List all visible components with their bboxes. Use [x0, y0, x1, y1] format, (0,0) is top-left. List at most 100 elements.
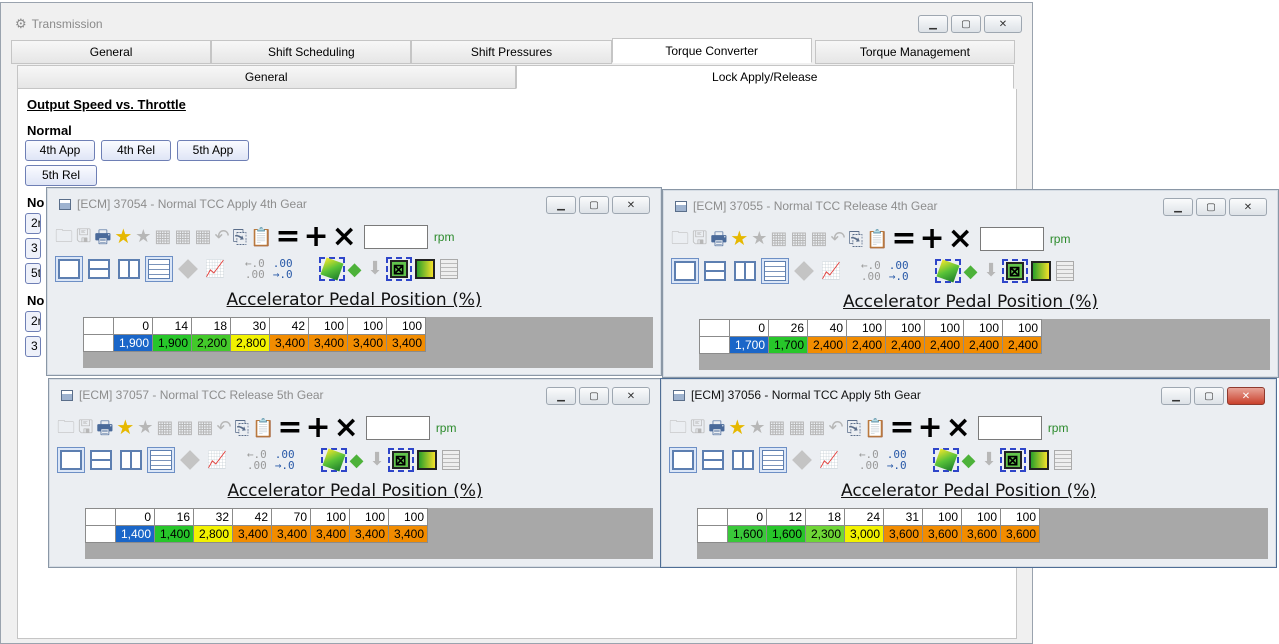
gradient-icon[interactable] [1030, 261, 1051, 281]
cell-select-button[interactable]: ⊠ [385, 257, 412, 281]
axis-cell[interactable]: 16 [154, 508, 194, 526]
table-icon[interactable]: ▦ [194, 226, 211, 248]
axis-cell[interactable]: 24 [844, 508, 884, 526]
favorite-add-icon[interactable]: ★ [728, 417, 746, 439]
tab-shift-scheduling[interactable]: Shift Scheduling [211, 40, 412, 64]
axis-cell[interactable]: 18 [191, 317, 231, 335]
4th-rel-button[interactable]: 4th Rel [101, 140, 171, 161]
favorite-icon[interactable]: ★ [751, 228, 767, 250]
value-cell[interactable]: 1,900 [152, 334, 192, 352]
tab-shift-pressures[interactable]: Shift Pressures [411, 40, 612, 64]
axis-cell[interactable]: 100 [961, 508, 1001, 526]
axis-cell[interactable]: 42 [232, 508, 272, 526]
value-cell[interactable]: 3,400 [308, 334, 348, 352]
save-icon[interactable]: 🖫 [76, 226, 91, 248]
value-cell[interactable]: 3,600 [883, 525, 923, 543]
arrow-down-icon[interactable]: ⬇ [984, 260, 999, 282]
value-cell[interactable]: 3,400 [310, 525, 350, 543]
cell-select-button[interactable]: ⊠ [387, 448, 414, 472]
value-cell[interactable]: 2,400 [963, 336, 1003, 354]
increase-decimals-icon[interactable]: .00 →.0 [275, 449, 295, 471]
value-cell[interactable]: 1,600 [727, 525, 767, 543]
vertical-split-button[interactable] [731, 258, 759, 284]
favorite-icon[interactable]: ★ [749, 417, 765, 439]
value-cell[interactable]: 1,700 [768, 336, 808, 354]
plus-icon[interactable]: + [920, 224, 945, 254]
print-icon[interactable]: 🖶 [94, 226, 111, 248]
axis-cell[interactable]: 100 [963, 319, 1003, 337]
value-input[interactable] [979, 227, 1044, 251]
axis-cell[interactable]: 0 [729, 319, 769, 337]
axis-cell[interactable]: 32 [193, 508, 233, 526]
table-view-button[interactable] [761, 258, 789, 284]
axis-cell[interactable]: 100 [349, 508, 389, 526]
multiply-icon[interactable]: × [334, 413, 359, 443]
cell-select-button[interactable]: ⊠ [1001, 259, 1028, 283]
value-cell[interactable]: 2,800 [193, 525, 233, 543]
folder-icon[interactable]: 🗀 [55, 226, 73, 248]
vertical-split-button[interactable] [729, 447, 757, 473]
table-icon[interactable]: ▦ [788, 417, 805, 439]
value-cell[interactable]: 3,400 [269, 334, 309, 352]
increase-decimals-icon[interactable]: .00 →.0 [887, 449, 907, 471]
subtab-general[interactable]: General [17, 65, 516, 89]
folder-icon[interactable]: 🗀 [671, 228, 689, 250]
axis-cell[interactable]: 100 [846, 319, 886, 337]
table-icon[interactable]: ▦ [790, 228, 807, 250]
axis-cell[interactable]: 14 [152, 317, 192, 335]
print-icon[interactable]: 🖶 [96, 417, 113, 439]
undo-icon[interactable]: ↶ [214, 226, 229, 248]
axis-cell[interactable]: 30 [230, 317, 270, 335]
stub-button[interactable]: 2r [25, 311, 41, 332]
chart-icon[interactable]: 📈 [207, 449, 227, 471]
arrow-down-icon[interactable]: ⬇ [982, 449, 997, 471]
value-cell[interactable]: 2,800 [230, 334, 270, 352]
value-cell[interactable]: 2,300 [805, 525, 845, 543]
table-view-button[interactable] [145, 256, 173, 282]
table-icon[interactable]: ▦ [174, 226, 191, 248]
single-view-button[interactable] [57, 447, 85, 473]
copy-icon[interactable]: ⎘ [847, 417, 861, 439]
color-fill-button[interactable] [932, 448, 959, 472]
stub-button[interactable]: 3 [25, 336, 41, 357]
axis-cell[interactable]: 100 [388, 508, 428, 526]
save-icon[interactable]: 🖫 [78, 417, 93, 439]
multiply-icon[interactable]: × [948, 224, 973, 254]
copy-icon[interactable]: ⎘ [235, 417, 249, 439]
gradient-icon[interactable] [1028, 450, 1049, 470]
undo-icon[interactable]: ↶ [216, 417, 231, 439]
multiply-icon[interactable]: × [332, 222, 357, 252]
color-tag-icon[interactable]: ◆ [350, 449, 364, 471]
table-icon[interactable]: ▦ [810, 228, 827, 250]
subtab-lock-apply-release[interactable]: Lock Apply/Release [515, 65, 1014, 89]
axis-cell[interactable]: 40 [807, 319, 847, 337]
print-icon[interactable]: 🖶 [710, 228, 727, 250]
stub-button[interactable]: 3 [25, 238, 41, 259]
save-icon[interactable]: 🖫 [692, 228, 707, 250]
table-icon[interactable]: ▦ [156, 417, 173, 439]
chart-icon[interactable]: 📈 [821, 260, 841, 282]
axis-cell[interactable]: 100 [1002, 319, 1042, 337]
decrease-decimals-icon[interactable]: ←.0.00 [247, 449, 267, 471]
value-cell[interactable]: 2,400 [885, 336, 925, 354]
table-view-button[interactable] [147, 447, 175, 473]
minimize-button[interactable]: ▁ [1161, 387, 1191, 405]
multiply-icon[interactable]: × [946, 413, 971, 443]
3d-view-icon[interactable] [178, 259, 198, 279]
gradient-icon[interactable] [414, 259, 435, 279]
undo-icon[interactable]: ↶ [830, 228, 845, 250]
minimize-button[interactable]: ▁ [918, 15, 948, 33]
axis-cell[interactable]: 100 [922, 508, 962, 526]
color-fill-button[interactable] [934, 259, 961, 283]
close-button[interactable]: ✕ [1229, 198, 1267, 216]
equals-icon[interactable]: = [891, 224, 916, 254]
maximize-button[interactable]: ▢ [951, 15, 981, 33]
value-cell[interactable]: 2,400 [1002, 336, 1042, 354]
favorite-icon[interactable]: ★ [137, 417, 153, 439]
axis-cell[interactable]: 12 [766, 508, 806, 526]
increase-decimals-icon[interactable]: .00 →.0 [273, 258, 293, 280]
single-view-button[interactable] [669, 447, 697, 473]
equals-icon[interactable]: = [275, 222, 300, 252]
gradient-icon[interactable] [416, 450, 437, 470]
paste-icon[interactable]: 📋 [864, 417, 886, 439]
